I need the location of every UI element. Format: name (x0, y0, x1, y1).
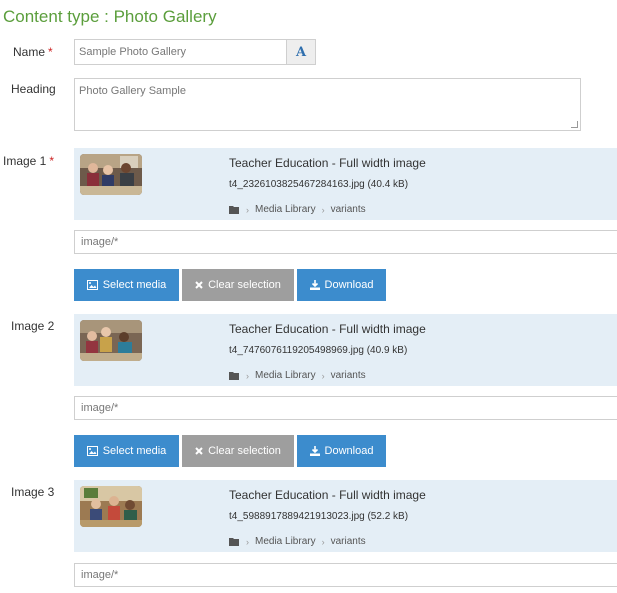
download-button[interactable]: Download (297, 269, 386, 301)
breadcrumb-item[interactable]: variants (331, 204, 366, 215)
download-icon (309, 446, 320, 456)
chevron-right-icon: › (321, 204, 325, 215)
download-label: Download (324, 279, 374, 291)
folder-icon (229, 372, 239, 380)
folder-icon (229, 538, 239, 546)
heading-textarea[interactable]: Photo Gallery Sample (74, 78, 581, 131)
breadcrumb-item[interactable]: variants (331, 536, 366, 547)
folder-icon (229, 206, 239, 214)
image-2-thumbnail[interactable] (80, 320, 142, 361)
close-icon (195, 447, 203, 455)
image-icon (86, 446, 98, 456)
image-3-breadcrumb: › Media Library › variants (229, 536, 366, 547)
resize-handle-icon[interactable] (571, 121, 578, 128)
image-3-label: Image 3 (11, 485, 55, 499)
image-1-breadcrumb: › Media Library › variants (229, 204, 366, 215)
image-3-filename: t4_5988917889421913023.jpg (52.2 kB) (229, 511, 409, 522)
image-1-media-panel: Teacher Education - Full width image t4_… (74, 148, 617, 220)
select-media-label: Select media (102, 445, 167, 457)
clear-selection-button[interactable]: Clear selection (182, 435, 294, 467)
heading-value: Photo Gallery Sample (79, 85, 186, 97)
required-mark: * (48, 45, 53, 59)
breadcrumb-item[interactable]: Media Library (255, 370, 316, 381)
breadcrumb-item[interactable]: variants (331, 370, 366, 381)
select-media-button[interactable]: Select media (74, 269, 179, 301)
image-1-label: Image 1 * (3, 154, 54, 168)
image-2-title: Teacher Education - Full width image (229, 322, 426, 336)
chevron-right-icon: › (321, 536, 325, 547)
font-icon[interactable]: A (286, 39, 316, 65)
breadcrumb-item[interactable]: Media Library (255, 204, 316, 215)
image-2-label: Image 2 (11, 319, 55, 333)
download-label: Download (324, 445, 374, 457)
chevron-right-icon: › (246, 370, 249, 381)
chevron-right-icon: › (246, 536, 249, 547)
clear-selection-label: Clear selection (208, 279, 281, 291)
image-2-mime-input[interactable]: image/* (74, 396, 617, 420)
chevron-right-icon: › (321, 370, 325, 381)
image-3-media-panel: Teacher Education - Full width image t4_… (74, 480, 617, 552)
name-label-text: Name (13, 45, 46, 59)
required-mark: * (49, 154, 55, 168)
chevron-right-icon: › (246, 204, 249, 215)
select-media-label: Select media (102, 279, 167, 291)
image-2-media-panel: Teacher Education - Full width image t4_… (74, 314, 617, 386)
download-button[interactable]: Download (297, 435, 386, 467)
heading-label: Heading (11, 82, 56, 96)
page-title: Content type : Photo Gallery (3, 7, 217, 26)
image-3-title: Teacher Education - Full width image (229, 488, 426, 502)
clear-selection-button[interactable]: Clear selection (182, 269, 294, 301)
breadcrumb-item[interactable]: Media Library (255, 536, 316, 547)
image-1-label-text: Image 1 (3, 154, 47, 168)
image-2-filename: t4_7476076119205498969.jpg (40.9 kB) (229, 345, 408, 356)
image-3-thumbnail[interactable] (80, 486, 142, 527)
select-media-button[interactable]: Select media (74, 435, 179, 467)
name-label: Name * (13, 45, 53, 59)
name-input[interactable]: Sample Photo Gallery (74, 39, 286, 65)
image-1-thumbnail[interactable] (80, 154, 142, 195)
image-1-filename: t4_2326103825467284163.jpg (40.4 kB) (229, 179, 409, 190)
close-icon (195, 281, 203, 289)
image-1-title: Teacher Education - Full width image (229, 156, 426, 170)
image-1-mime-input[interactable]: image/* (74, 230, 617, 254)
image-icon (86, 280, 98, 290)
image-3-mime-input[interactable]: image/* (74, 563, 617, 587)
image-2-breadcrumb: › Media Library › variants (229, 370, 366, 381)
clear-selection-label: Clear selection (208, 445, 281, 457)
download-icon (309, 280, 320, 290)
